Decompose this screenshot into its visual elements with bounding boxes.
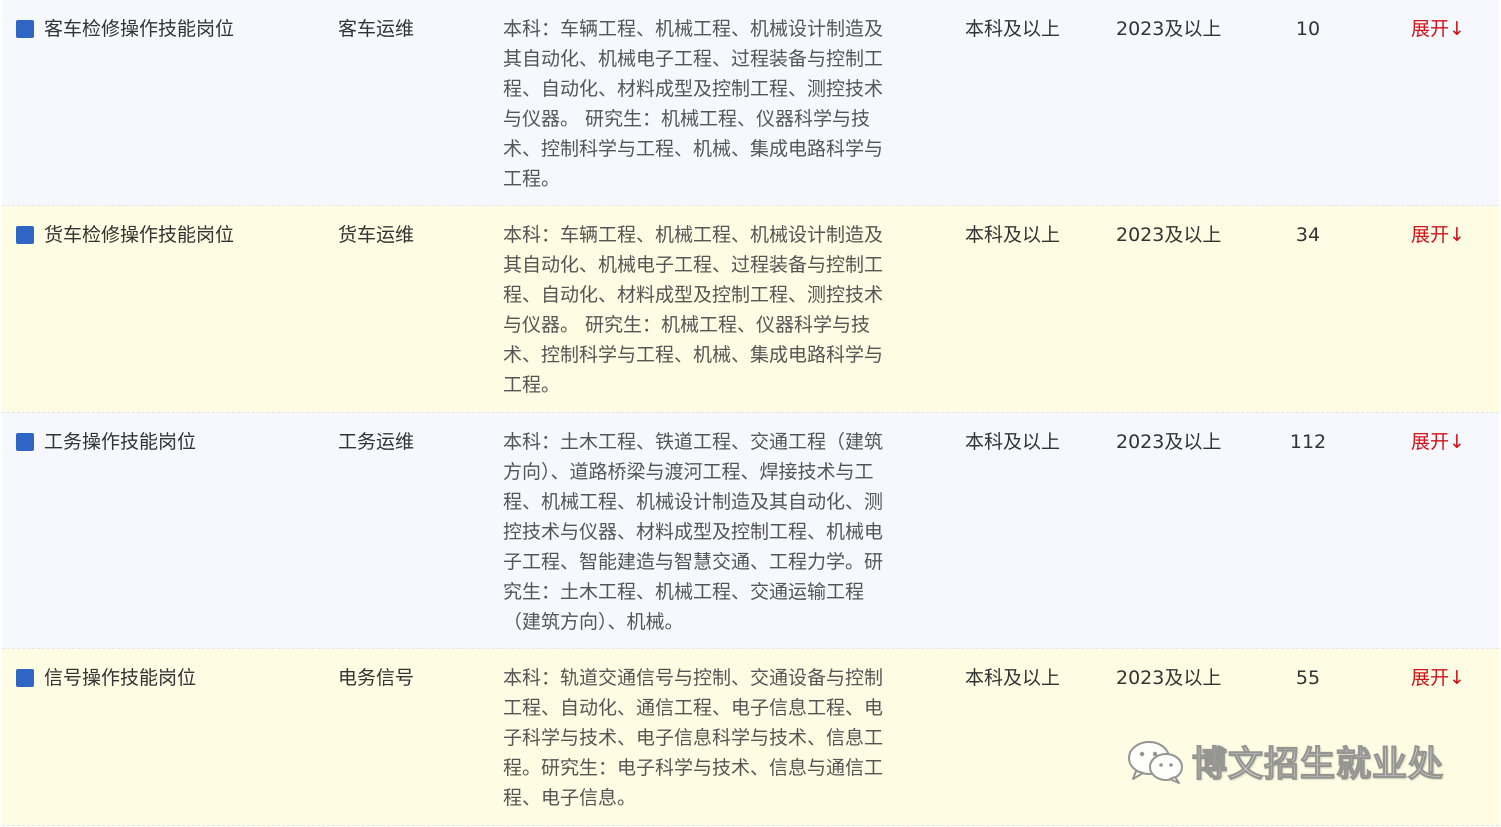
square-bullet-icon (16, 433, 34, 451)
degree-requirement: 本科及以上 (965, 431, 1061, 453)
table-row: 货车检修操作技能岗位 货车运维 本科：车辆工程、机械工程、机械设计制造及 其自动… (2, 206, 1499, 413)
major-requirement: 本科：车辆工程、机械工程、机械设计制造及 其自动化、机械电子工程、过程装备与控制… (503, 224, 884, 396)
position-name: 货车检修操作技能岗位 (44, 224, 235, 246)
square-bullet-icon (16, 20, 34, 38)
headcount: 34 (1295, 224, 1321, 246)
position-name: 客车检修操作技能岗位 (44, 18, 235, 40)
expand-link[interactable]: 展开↓ (1411, 14, 1465, 44)
square-bullet-icon (16, 226, 34, 244)
headcount: 55 (1295, 667, 1321, 689)
table-row: 客车检修操作技能岗位 客车运维 本科：车辆工程、机械工程、机械设计制造及 其自动… (2, 0, 1499, 206)
graduation-year: 2023及以上 (1116, 224, 1222, 246)
position-name-cell: 信号操作技能岗位 (16, 663, 196, 693)
expand-link[interactable]: 展开↓ (1411, 663, 1465, 693)
department: 电务信号 (338, 667, 415, 689)
expand-link[interactable]: 展开↓ (1411, 220, 1465, 250)
degree-requirement: 本科及以上 (965, 224, 1061, 246)
watermark: 博文招生就业处 (1126, 736, 1444, 787)
position-name: 信号操作技能岗位 (44, 667, 197, 689)
headcount: 112 (1289, 431, 1327, 453)
degree-requirement: 本科及以上 (965, 18, 1061, 40)
position-table: 客车检修操作技能岗位 客车运维 本科：车辆工程、机械工程、机械设计制造及 其自动… (0, 0, 1501, 827)
position-name-cell: 客车检修操作技能岗位 (16, 14, 234, 44)
department: 工务运维 (338, 431, 415, 453)
square-bullet-icon (16, 669, 34, 687)
major-requirement: 本科：车辆工程、机械工程、机械设计制造及 其自动化、机械电子工程、过程装备与控制… (503, 18, 884, 190)
degree-requirement: 本科及以上 (965, 667, 1061, 689)
table-row: 工务操作技能岗位 工务运维 本科：土木工程、铁道工程、交通工程（建筑 方向）、道… (2, 413, 1499, 649)
position-name: 工务操作技能岗位 (44, 431, 197, 453)
position-name-cell: 货车检修操作技能岗位 (16, 220, 234, 250)
graduation-year: 2023及以上 (1116, 667, 1222, 689)
department: 客车运维 (338, 18, 415, 40)
watermark-text: 博文招生就业处 (1191, 744, 1445, 785)
headcount: 10 (1295, 18, 1321, 40)
wechat-icon (1128, 740, 1183, 784)
major-requirement: 本科：土木工程、铁道工程、交通工程（建筑 方向）、道路桥梁与渡河工程、焊接技术与… (503, 431, 884, 633)
graduation-year: 2023及以上 (1116, 431, 1222, 453)
major-requirement: 本科：轨道交通信号与控制、交通设备与控制 工程、自动化、通信工程、电子信息工程、… (503, 667, 884, 809)
department: 货车运维 (338, 224, 415, 246)
position-name-cell: 工务操作技能岗位 (16, 427, 196, 457)
graduation-year: 2023及以上 (1116, 18, 1222, 40)
expand-link[interactable]: 展开↓ (1411, 427, 1465, 457)
